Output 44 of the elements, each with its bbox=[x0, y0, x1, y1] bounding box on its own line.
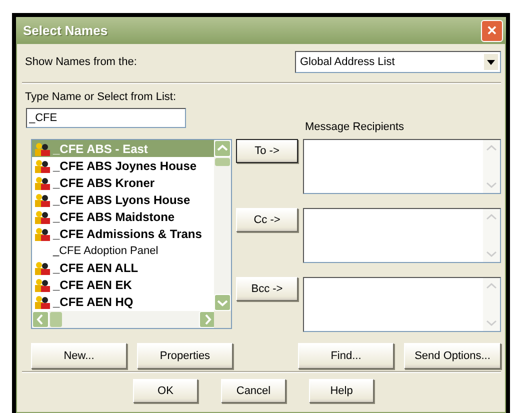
people-icon bbox=[34, 260, 50, 274]
recipient-field[interactable] bbox=[303, 208, 501, 263]
action-button[interactable]: New... bbox=[31, 343, 127, 369]
name-list-item[interactable]: _CFE AEN HQ bbox=[32, 293, 216, 310]
name-list-item[interactable]: _CFE ABS Joynes House bbox=[32, 157, 216, 174]
dialog-button[interactable]: OK bbox=[133, 379, 198, 403]
action-button[interactable]: Find... bbox=[298, 343, 394, 369]
source-label: Show Names from the: bbox=[25, 56, 137, 68]
window-title: Select Names bbox=[23, 23, 108, 38]
dialog-button[interactable]: Help bbox=[309, 379, 374, 403]
people-icon bbox=[34, 142, 50, 156]
search-label: Type Name or Select from List: bbox=[25, 91, 177, 103]
name-list-item[interactable]: _CFE ABS Maidstone bbox=[32, 208, 216, 225]
scrollbar-corner bbox=[214, 311, 231, 328]
scroll-thumb[interactable] bbox=[50, 312, 62, 327]
name-list-item[interactable]: _CFE AEN ALL bbox=[32, 259, 216, 276]
scroll-up-button[interactable] bbox=[214, 140, 231, 157]
people-icon bbox=[34, 192, 50, 206]
add-recipient-button[interactable]: Cc -> bbox=[236, 208, 298, 232]
people-icon bbox=[34, 176, 50, 190]
scroll-thumb[interactable] bbox=[215, 158, 230, 166]
name-list-item[interactable]: _CFE AEN EK bbox=[32, 276, 216, 293]
scroll-down-button[interactable] bbox=[214, 294, 231, 311]
people-icon bbox=[34, 278, 50, 292]
add-recipient-button[interactable]: To -> bbox=[236, 139, 298, 163]
people-icon bbox=[34, 158, 50, 172]
scroll-right-button[interactable] bbox=[199, 311, 216, 328]
add-recipient-button[interactable]: Bcc -> bbox=[236, 277, 298, 301]
name-input-field[interactable]: _CFE bbox=[26, 108, 186, 128]
name-list-item[interactable]: _CFE Adoption Panel bbox=[32, 242, 216, 259]
dialog-button[interactable]: Cancel bbox=[221, 379, 286, 403]
action-button[interactable]: Send Options... bbox=[404, 343, 501, 369]
recipient-field[interactable] bbox=[303, 139, 501, 194]
recipients-label: Message Recipients bbox=[305, 121, 404, 133]
people-icon bbox=[34, 294, 50, 308]
scroll-left-button[interactable] bbox=[32, 311, 49, 328]
name-list-item[interactable]: _CFE ABS Kroner bbox=[32, 174, 216, 191]
name-list-item[interactable]: _CFE ABS Lyons House bbox=[32, 191, 216, 208]
name-list-item[interactable]: _CFE Admissions & Trans bbox=[32, 225, 216, 242]
people-icon bbox=[34, 226, 50, 240]
people-icon bbox=[34, 210, 50, 224]
address-book-dropdown[interactable]: Global Address List bbox=[295, 51, 501, 73]
recipient-field[interactable] bbox=[303, 277, 501, 332]
action-button[interactable]: Properties bbox=[137, 343, 233, 369]
